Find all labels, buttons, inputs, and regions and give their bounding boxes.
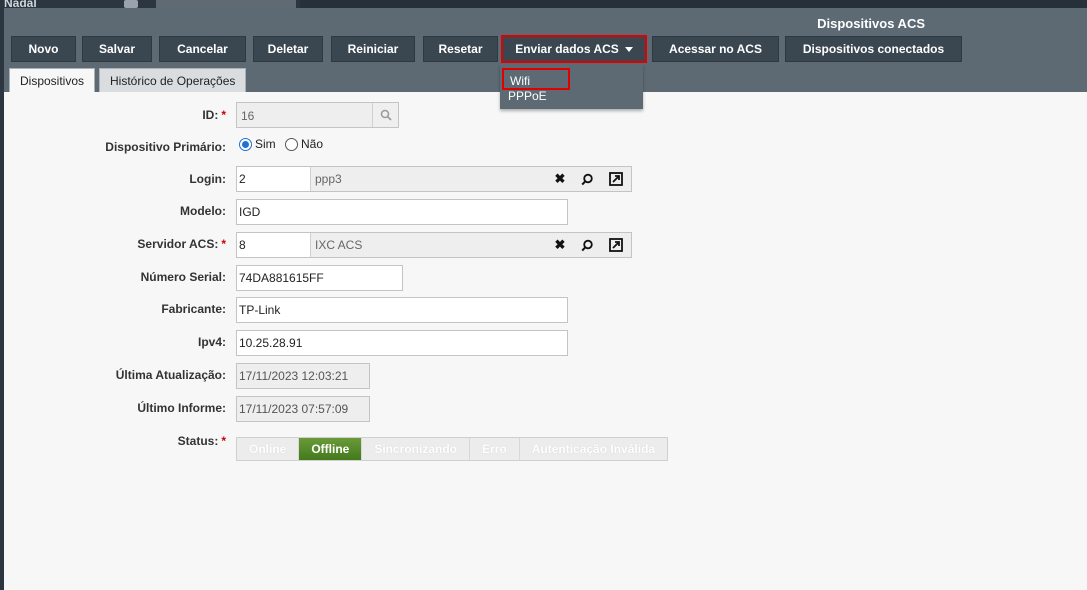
status-offline[interactable]: Offline xyxy=(299,438,363,460)
required-marker: * xyxy=(221,434,226,448)
fabricante-input[interactable]: TP-Link xyxy=(236,297,568,323)
ultima-atualizacao-field: 17/11/2023 12:03:21 xyxy=(236,363,370,389)
radio-nao[interactable]: Não xyxy=(285,137,323,151)
tab-historico-operacoes[interactable]: Histórico de Operações xyxy=(99,68,247,92)
status-sincronizando[interactable]: Sincronizando xyxy=(362,438,471,460)
dispositivo-primario-label: Dispositivo Primário: xyxy=(105,140,226,154)
background-exit-icon xyxy=(124,0,138,8)
modelo-input[interactable]: IGD xyxy=(236,199,568,225)
enviar-dados-dropdown: Wifi PPPoE xyxy=(500,64,643,109)
search-icon[interactable] xyxy=(578,236,596,254)
servidor-acs-label-text: Servidor ACS: xyxy=(137,237,219,251)
cancelar-button[interactable]: Cancelar xyxy=(159,36,246,62)
id-value: 16 xyxy=(241,109,255,123)
status-autenticacao-invalida[interactable]: Autenticação Inválida xyxy=(519,438,668,460)
background-strip: Nadal xyxy=(0,0,1087,10)
clear-icon[interactable]: ✖ xyxy=(551,170,569,188)
ultima-atualizacao-label: Última Atualização: xyxy=(115,368,226,382)
novo-button[interactable]: Novo xyxy=(11,36,76,62)
acessar-acs-button[interactable]: Acessar no ACS xyxy=(652,36,779,62)
status-label: Status: * xyxy=(178,434,226,448)
window-title: Dispositivos ACS xyxy=(817,16,925,31)
status-segmented-control: Online Offline Sincronizando Erro Autent… xyxy=(236,437,669,461)
form-content: ID: * 16 Dispositivo Primário: Sim Não Lo… xyxy=(4,92,1087,590)
servidor-acs-description: IXC ACS xyxy=(315,238,363,252)
radio-nao-label: Não xyxy=(301,137,324,151)
login-lookup: 2 ppp3 ✖ xyxy=(236,166,632,192)
dropdown-item-pppoe[interactable]: PPPoE xyxy=(508,89,547,103)
fabricante-label: Fabricante: xyxy=(161,302,226,316)
servidor-acs-label: Servidor ACS: * xyxy=(137,237,226,251)
ipv4-input[interactable]: 10.25.28.91 xyxy=(236,330,568,356)
tab-dispositivos[interactable]: Dispositivos xyxy=(9,68,96,92)
id-field: 16 xyxy=(236,102,399,128)
resetar-button[interactable]: Resetar xyxy=(423,36,498,62)
ipv4-label: Ipv4: xyxy=(197,335,226,349)
salvar-button[interactable]: Salvar xyxy=(82,36,152,62)
login-label: Login: xyxy=(189,172,226,186)
radio-sim-dot[interactable] xyxy=(239,137,252,151)
enviar-dados-acs-label: Enviar dados ACS xyxy=(515,42,619,56)
numero-serial-label: Número Serial: xyxy=(140,270,226,284)
ultimo-informe-label: Último Informe: xyxy=(137,401,226,415)
radio-nao-dot[interactable] xyxy=(285,137,298,151)
dropdown-item-wifi[interactable]: Wifi xyxy=(502,68,570,90)
radio-sim[interactable]: Sim xyxy=(239,137,276,151)
enviar-dados-acs-button[interactable]: Enviar dados ACS xyxy=(501,35,647,63)
status-online[interactable]: Online xyxy=(237,438,300,460)
background-tab xyxy=(156,0,296,8)
open-external-icon[interactable] xyxy=(607,170,625,188)
servidor-acs-code-input[interactable]: 8 xyxy=(237,233,311,257)
search-icon[interactable] xyxy=(578,170,596,188)
clear-icon[interactable]: ✖ xyxy=(551,236,569,254)
login-description: ppp3 xyxy=(315,172,342,186)
id-label-text: ID: xyxy=(202,108,219,122)
required-marker: * xyxy=(221,108,226,122)
servidor-acs-lookup: 8 IXC ACS ✖ xyxy=(236,232,632,258)
numero-serial-input[interactable]: 74DA881615FF xyxy=(236,265,403,291)
id-label: ID: * xyxy=(202,108,226,122)
dispositivos-conectados-button[interactable]: Dispositivos conectados xyxy=(785,36,962,62)
radio-sim-label: Sim xyxy=(255,137,276,151)
background-bar xyxy=(300,0,1087,8)
ultimo-informe-field: 17/11/2023 07:57:09 xyxy=(236,396,370,422)
modelo-label: Modelo: xyxy=(180,204,226,218)
dispositivos-acs-window: Dispositivos ACS Novo Salvar Cancelar De… xyxy=(4,8,1087,590)
status-erro[interactable]: Erro xyxy=(470,438,520,460)
deletar-button[interactable]: Deletar xyxy=(253,36,323,62)
reiniciar-button[interactable]: Reiniciar xyxy=(331,36,415,62)
login-code-input[interactable]: 2 xyxy=(237,167,311,191)
open-external-icon[interactable] xyxy=(607,236,625,254)
caret-down-icon xyxy=(624,47,633,52)
search-icon[interactable] xyxy=(372,103,398,127)
status-label-text: Status: xyxy=(177,434,219,448)
required-marker: * xyxy=(221,237,226,251)
